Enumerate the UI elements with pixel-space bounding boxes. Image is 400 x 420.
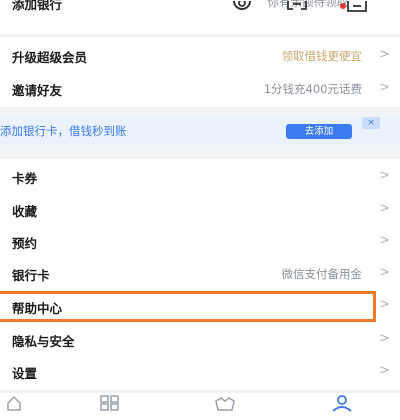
menu-row-value: 微信支付备用金 (281, 267, 363, 281)
add-card-button[interactable]: 去添加 (286, 124, 352, 139)
menu-row-favorites[interactable]: 收藏 > (0, 192, 400, 225)
add-bank-card-banner[interactable]: 添加银行卡，借钱秒到账 去添加 × (0, 117, 400, 145)
menu-row-label: 预约 (12, 236, 38, 251)
chevron-right-icon: > (379, 201, 390, 216)
tab-gift[interactable] (205, 393, 245, 420)
scan-icon[interactable] (286, 0, 308, 19)
chevron-right-icon: > (379, 80, 390, 95)
gift-icon (213, 395, 237, 415)
settings-icon[interactable] (232, 0, 252, 19)
banner-text: 添加银行卡，借钱秒到账 (0, 124, 127, 138)
chevron-right-icon: > (379, 297, 390, 312)
menu-row-privacy-security[interactable]: 隐私与安全 > (0, 322, 400, 355)
menu-row-label: 卡券 (12, 171, 38, 186)
menu-row-label: 设置 (12, 366, 38, 381)
message-icon[interactable] (346, 0, 368, 19)
menu-row-bank-cards[interactable]: 银行卡 微信支付备用金 > (0, 258, 400, 291)
tab-profile[interactable] (322, 393, 362, 420)
menu-row-settings[interactable]: 设置 > (0, 355, 400, 390)
menu-row-reservations[interactable]: 预约 > (0, 225, 400, 258)
chevron-right-icon: > (379, 233, 390, 248)
menu-row-value: 领取借钱更便宜 (281, 49, 363, 63)
menu-row-partial[interactable]: 添加银行 你有余额待领取 (0, 0, 400, 34)
menu-row-label: 邀请好友 (12, 83, 63, 98)
close-icon[interactable]: × (362, 117, 380, 129)
tab-apps[interactable] (90, 393, 130, 420)
chevron-right-icon: > (379, 265, 390, 280)
chevron-right-icon: > (379, 331, 390, 346)
chevron-right-icon: > (379, 363, 390, 378)
profile-icon (330, 394, 354, 416)
menu-row-upgrade-vip[interactable]: 升级超级会员 领取借钱更便宜 > (0, 37, 400, 74)
top-header: 添加银行 你有余额待领取 (0, 0, 400, 34)
menu-row-label: 银行卡 (12, 268, 50, 283)
tab-home[interactable] (0, 393, 32, 420)
menu-row-coupons[interactable]: 卡券 > (0, 159, 400, 192)
menu-row-value: 1分钱充400元话费 (263, 82, 362, 96)
menu-row-label: 隐私与安全 (12, 334, 75, 349)
menu-row-invite-friends[interactable]: 邀请好友 1分钱充400元话费 > (0, 74, 400, 107)
menu-row-label: 添加银行 (12, 0, 63, 12)
chevron-right-icon: > (379, 47, 390, 62)
menu-row-label: 收藏 (12, 204, 38, 219)
bottom-tab-bar (0, 393, 400, 420)
highlight-box (0, 291, 376, 322)
home-icon (6, 395, 22, 415)
apps-grid-icon (100, 395, 120, 415)
chevron-right-icon: > (379, 168, 390, 183)
menu-row-label: 升级超级会员 (12, 50, 88, 65)
